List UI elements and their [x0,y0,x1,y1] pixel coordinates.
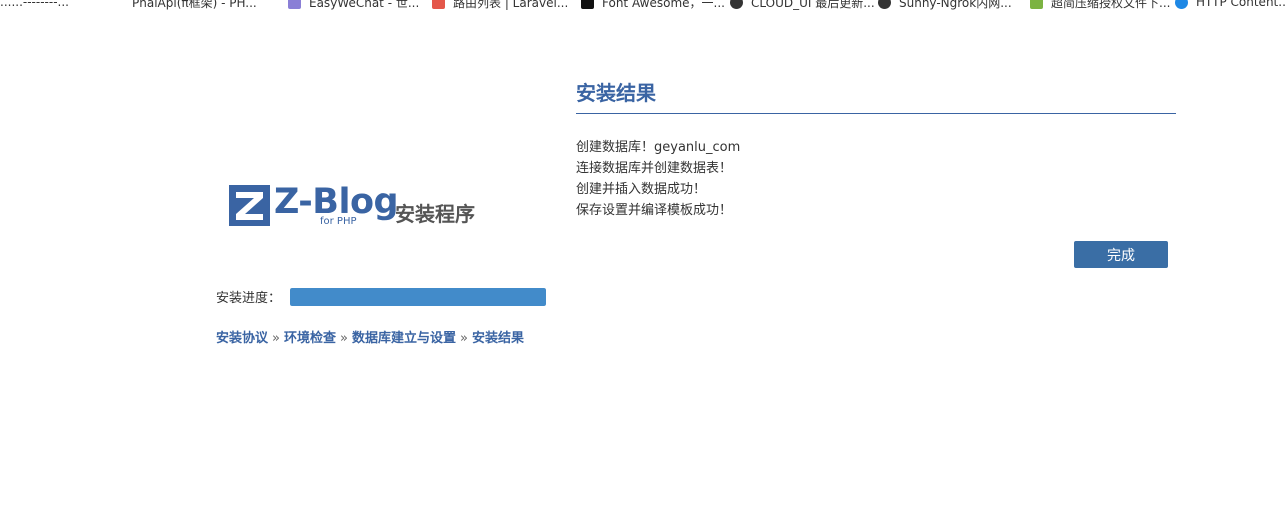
step-separator: » [272,331,280,346]
progress-fill [290,288,546,306]
result-line: 保存设置并编译模板成功！ [576,203,733,218]
zblog-logo: Z-Blog for PHP 安装程序 [229,182,489,227]
step-environment-check: 环境检查 [283,331,336,346]
logo-sub-text: for PHP [320,216,357,227]
bookmark-label: 超简压缩授权文件下... [1051,0,1171,10]
bookmark-label: HTTP Content... [1196,0,1286,9]
bookmark-label: Sunny-Ngrok内网... [899,0,1012,10]
bookmark-item[interactable]: EasyWeChat - 世... [288,0,420,10]
bookmark-label: PhalApi(π框架) - PH... [132,0,257,10]
easywechat-icon [288,0,301,9]
bookmark-item[interactable]: ......--------... [0,0,69,9]
bookmark-label: CLOUD_UI 最后更新... [751,0,875,10]
logo-installer-text: 安装程序 [395,202,475,226]
bookmark-label: ......--------... [0,0,69,9]
progress-bar [290,288,546,306]
globe-icon [1175,0,1188,9]
laravel-icon [432,0,445,9]
step-database-setup: 数据库建立与设置 [351,331,456,346]
bookmark-label: Font Awesome，一... [602,0,725,10]
step-agreement: 安装协议 [216,331,269,346]
github-icon [730,0,743,9]
step-separator: » [340,331,348,346]
bookmark-item[interactable]: 超简压缩授权文件下... [1030,0,1171,10]
bookmark-item[interactable]: Font Awesome，一... [581,0,725,10]
bookmark-item[interactable]: Sunny-Ngrok内网... [878,0,1012,10]
bookmark-label: EasyWeChat - 世... [309,0,420,10]
result-messages: 创建数据库！geyanlu_com 连接数据库并创建数据表！ 创建并插入数据成功… [576,137,740,221]
bookmarks-bar: ......--------... PhalApi(π框架) - PH... E… [0,0,1286,10]
step-separator: » [459,331,468,346]
step-install-result: 安装结果 [471,331,524,346]
title-divider [576,113,1176,114]
leaf-icon [1030,0,1043,9]
zblog-z-icon [229,185,270,226]
bookmark-item[interactable]: CLOUD_UI 最后更新... [730,0,875,10]
progress-label: 安装进度： [216,291,282,306]
font-awesome-icon [581,0,594,9]
page-title: 安装结果 [576,81,656,105]
finish-button[interactable]: 完成 [1074,241,1168,268]
result-line: 创建并插入数据成功！ [576,182,707,197]
github-icon [878,0,891,9]
bookmark-item[interactable]: PhalApi(π框架) - PH... [132,0,257,10]
bookmark-label: 路由列表 | Laravel... [453,0,569,10]
result-line: 连接数据库并创建数据表！ [576,161,733,176]
bookmark-item[interactable]: HTTP Content... [1175,0,1286,9]
install-steps-breadcrumb: 安装协议» 环境检查» 数据库建立与设置» 安装结果 [216,331,524,347]
bookmark-item[interactable]: 路由列表 | Laravel... [432,0,569,10]
result-line: 创建数据库！geyanlu_com [576,140,741,155]
